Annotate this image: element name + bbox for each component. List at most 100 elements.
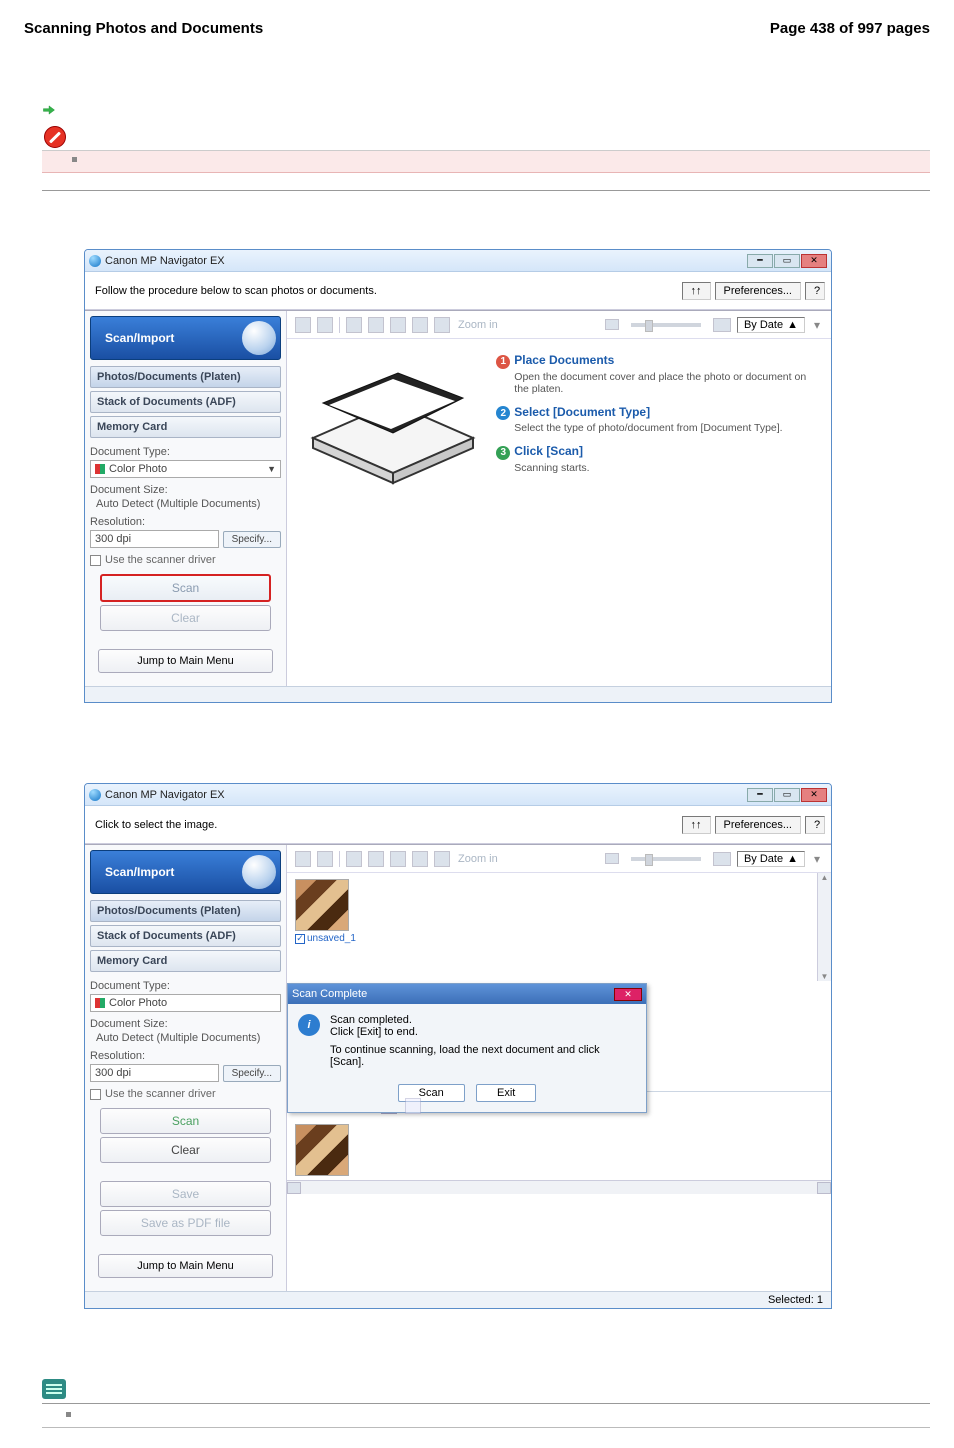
zoom-label: Zoom in — [458, 319, 498, 331]
resolution-select[interactable]: 300 dpi — [90, 530, 219, 548]
app-window-2: Canon MP Navigator EX ━ ▭ ✕ Click to sel… — [84, 783, 832, 1309]
status-bar: Selected: 1 — [85, 1291, 831, 1308]
help-button[interactable]: ? — [805, 816, 825, 834]
selection-thumbnail[interactable] — [295, 1124, 349, 1176]
scan-import-panel[interactable]: Scan/Import — [90, 850, 281, 894]
thumbnail-checkbox[interactable]: ✓ — [295, 934, 305, 944]
minimize-button[interactable]: ━ — [747, 788, 773, 802]
docsize-value: Auto Detect (Multiple Documents) — [96, 1032, 281, 1044]
thumb-large-icon[interactable] — [713, 318, 731, 332]
minimize-button[interactable]: ━ — [747, 254, 773, 268]
preferences-button[interactable]: Preferences... — [715, 282, 801, 300]
thumb-large-icon[interactable] — [713, 852, 731, 866]
thumb-small-icon[interactable] — [605, 853, 619, 864]
clear-button[interactable]: Clear — [100, 1137, 271, 1163]
sidebar-photos-platen[interactable]: Photos/Documents (Platen) — [90, 366, 281, 388]
zoom-slider[interactable] — [631, 323, 701, 327]
thumbnail-label: unsaved_1 — [307, 933, 356, 944]
thumbnail-item[interactable]: ✓unsaved_1 — [295, 879, 359, 942]
jump-main-menu-button[interactable]: Jump to Main Menu — [98, 649, 273, 673]
grid-icon[interactable] — [317, 317, 333, 333]
step-3-title: Click [Scan] — [514, 444, 583, 458]
horizontal-scrollbar[interactable] — [287, 1180, 831, 1194]
dialog-close-icon[interactable]: ✕ — [614, 988, 642, 1001]
clear-button[interactable]: Clear — [100, 605, 271, 631]
help-button[interactable]: ? — [805, 282, 825, 300]
zoom-icon[interactable] — [434, 851, 450, 867]
sidebar-stack-adf[interactable]: Stack of Documents (ADF) — [90, 391, 281, 413]
select-all-icon[interactable] — [295, 851, 311, 867]
docsize-label: Document Size: — [90, 1018, 281, 1030]
docsize-value: Auto Detect (Multiple Documents) — [96, 498, 281, 510]
sidebar-memory-card[interactable]: Memory Card — [90, 950, 281, 972]
scan-button[interactable]: Scan — [100, 574, 271, 602]
dialog-exit-button[interactable]: Exit — [476, 1084, 536, 1102]
dialog-line-3: To continue scanning, load the next docu… — [330, 1044, 636, 1068]
step-3-icon: 3 — [496, 446, 510, 460]
doctype-label: Document Type: — [90, 980, 281, 992]
use-scanner-checkbox[interactable] — [90, 555, 101, 566]
select-all-icon[interactable] — [295, 317, 311, 333]
scan-import-icon — [242, 321, 276, 355]
doctype-select[interactable]: Color Photo▼ — [90, 460, 281, 478]
maximize-button[interactable]: ▭ — [774, 254, 800, 268]
jump-main-menu-button[interactable]: Jump to Main Menu — [98, 1254, 273, 1278]
scanner-illustration — [299, 353, 486, 503]
preferences-button[interactable]: Preferences... — [715, 816, 801, 834]
use-scanner-label: Use the scanner driver — [105, 1088, 216, 1100]
chevron-down-icon[interactable]: ▾ — [811, 318, 823, 332]
sort-select[interactable]: By Date▲ — [737, 851, 805, 867]
zoom-slider[interactable] — [631, 857, 701, 861]
instruction-text: Click to select the image. — [91, 819, 678, 831]
sidebar-photos-platen[interactable]: Photos/Documents (Platen) — [90, 900, 281, 922]
chevron-down-icon[interactable]: ▾ — [811, 852, 823, 866]
app-icon — [89, 789, 101, 801]
scan-button[interactable]: Scan — [100, 1108, 271, 1134]
step-3-desc: Scanning starts. — [514, 462, 819, 474]
doctype-select[interactable]: Color Photo — [90, 994, 281, 1012]
caution-icon[interactable] — [390, 317, 406, 333]
instruction-text: Follow the procedure below to scan photo… — [91, 285, 678, 297]
scan-import-panel[interactable]: Scan/Import — [90, 316, 281, 360]
close-button[interactable]: ✕ — [801, 254, 827, 268]
app-window-1: Canon MP Navigator EX ━ ▭ ✕ Follow the p… — [84, 249, 832, 703]
selections-area — [287, 1120, 831, 1180]
bullet-icon — [72, 157, 77, 162]
prohibit-icon — [44, 126, 66, 148]
scroll-right-icon[interactable] — [817, 1182, 831, 1194]
grid-icon[interactable] — [317, 851, 333, 867]
maximize-button[interactable]: ▭ — [774, 788, 800, 802]
use-scanner-checkbox[interactable] — [90, 1089, 101, 1100]
scroll-left-icon[interactable] — [287, 1182, 301, 1194]
thumb-small-icon[interactable] — [605, 319, 619, 330]
sort-select[interactable]: By Date▲ — [737, 317, 805, 333]
docsize-label: Document Size: — [90, 484, 281, 496]
rotate-right-icon[interactable] — [368, 851, 384, 867]
step-1-icon: 1 — [496, 355, 510, 369]
sidebar-stack-adf[interactable]: Stack of Documents (ADF) — [90, 925, 281, 947]
remove-selection-icon[interactable] — [405, 1098, 421, 1114]
rotate-left-icon[interactable] — [346, 317, 362, 333]
dialog-title: Scan Complete — [292, 988, 367, 1000]
step-1-title: Place Documents — [514, 353, 614, 367]
sidebar-memory-card[interactable]: Memory Card — [90, 416, 281, 438]
dialog-line-1: Scan completed. — [330, 1014, 636, 1026]
save-button[interactable]: Save — [100, 1181, 271, 1207]
chevron-down-icon: ▼ — [267, 464, 276, 474]
sort-button[interactable]: ↑↑ — [682, 816, 711, 834]
specify-button[interactable]: Specify... — [223, 1065, 281, 1082]
specify-button[interactable]: Specify... — [223, 531, 281, 548]
sort-button[interactable]: ↑↑ — [682, 282, 711, 300]
save-pdf-button[interactable]: Save as PDF file — [100, 1210, 271, 1236]
color-swatch-icon — [95, 464, 105, 474]
crop-icon[interactable] — [412, 317, 428, 333]
crop-icon[interactable] — [412, 851, 428, 867]
zoom-icon[interactable] — [434, 317, 450, 333]
resolution-select[interactable]: 300 dpi — [90, 1064, 219, 1082]
vertical-scrollbar[interactable]: ▲▼ — [817, 873, 831, 981]
close-button[interactable]: ✕ — [801, 788, 827, 802]
rotate-right-icon[interactable] — [368, 317, 384, 333]
caution-icon[interactable] — [390, 851, 406, 867]
spacer — [42, 173, 930, 191]
rotate-left-icon[interactable] — [346, 851, 362, 867]
